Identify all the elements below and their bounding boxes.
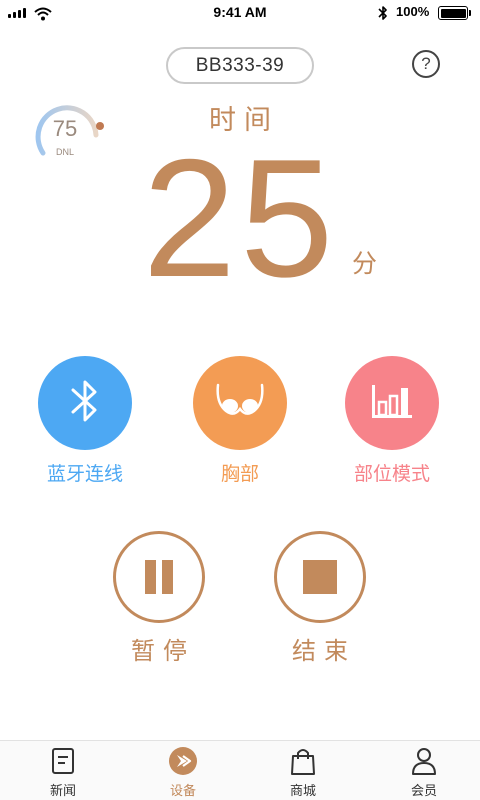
tab-device-label: 设备 [169, 784, 196, 799]
tab-bar: 新闻 设备 商城 会员 [0, 740, 480, 800]
tab-member[interactable]: 会员 [384, 748, 464, 799]
battery-icon [438, 6, 468, 20]
tab-news-label: 新闻 [49, 784, 76, 799]
tab-shop[interactable]: 商城 [263, 748, 343, 799]
bluetooth-connect-label: 蓝牙连线 [46, 463, 123, 485]
bluetooth-button-circle[interactable] [38, 356, 132, 450]
area-button-circle[interactable] [345, 356, 439, 450]
pause-label: 暂停 [131, 637, 195, 665]
stop-icon [303, 560, 337, 594]
time-unit: 分 [352, 249, 378, 278]
time-value: 25 [142, 124, 338, 312]
tab-member-label: 会员 [410, 784, 437, 799]
chest-icon [212, 381, 268, 425]
device-id-pill[interactable]: BB333-39 [166, 47, 314, 84]
area-mode-label: 部位模式 [353, 463, 430, 485]
intensity-gauge: 75 DNL [30, 97, 106, 163]
shopping-bag-icon [290, 747, 316, 779]
pause-button-circle[interactable] [113, 531, 205, 623]
stop-label: 结束 [292, 637, 356, 665]
bluetooth-icon [378, 5, 388, 25]
tab-news[interactable]: 新闻 [23, 748, 103, 799]
bar-chart-icon [369, 382, 415, 424]
area-mode-button[interactable]: 部位模式 [344, 356, 440, 486]
news-icon [51, 747, 75, 779]
bluetooth-connect-button[interactable]: 蓝牙连线 [37, 356, 133, 486]
tab-device[interactable]: 设备 [143, 746, 223, 799]
chest-mode-button[interactable]: 胸部 [192, 356, 288, 486]
pause-icon [145, 560, 173, 594]
status-bar: 9:41 AM 100% [0, 0, 480, 26]
help-icon: ? [421, 54, 431, 73]
gauge-value: 75 [52, 116, 78, 141]
chest-button-circle[interactable] [193, 356, 287, 450]
stop-button-circle[interactable] [274, 531, 366, 623]
help-button[interactable]: ? [412, 50, 440, 78]
tab-shop-label: 商城 [289, 784, 316, 799]
pause-button[interactable]: 暂停 [111, 531, 207, 666]
gauge-unit: DNL [55, 147, 74, 157]
chest-mode-label: 胸部 [220, 463, 259, 485]
battery-percent: 100% [396, 4, 430, 19]
bluetooth-icon [68, 377, 102, 429]
device-icon [168, 746, 198, 780]
stop-button[interactable]: 结束 [272, 531, 368, 666]
user-icon [411, 747, 437, 779]
